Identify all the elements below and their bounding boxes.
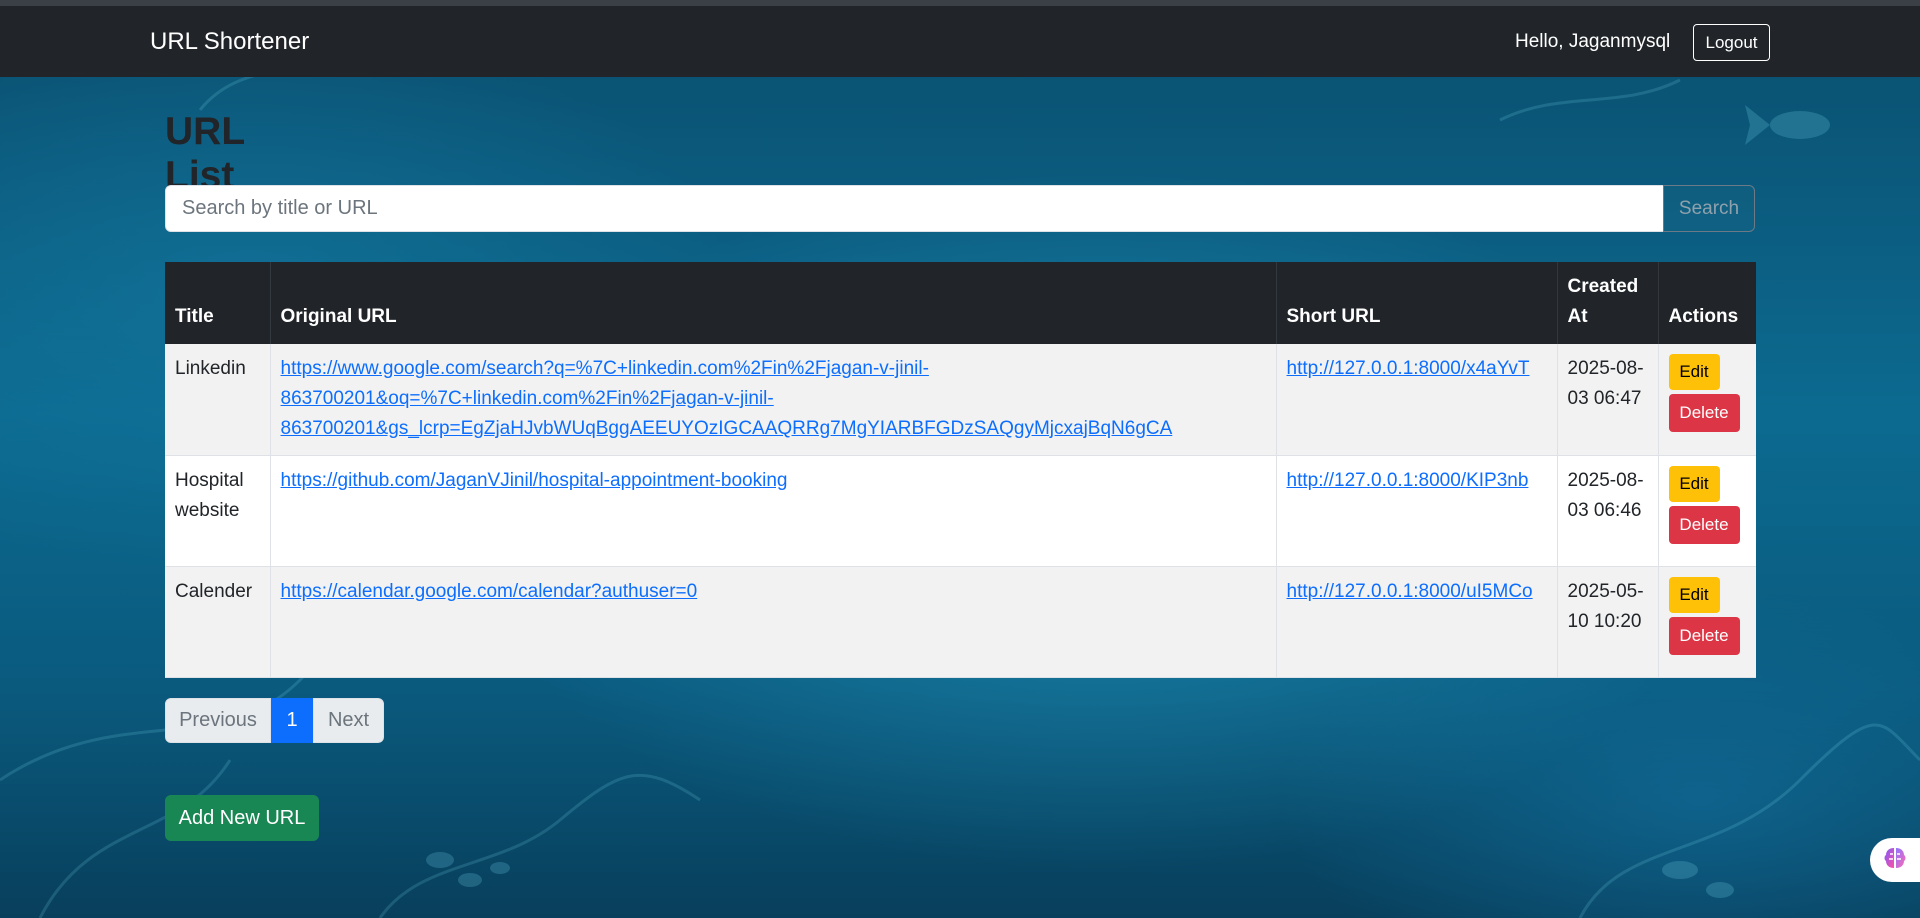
edit-button[interactable]: Edit bbox=[1668, 576, 1720, 613]
cell-created-at: 2025-05-10 10:20 bbox=[1557, 566, 1659, 678]
cell-short-url: http://127.0.0.1:8000/KIP3nb bbox=[1276, 455, 1558, 567]
cell-original-url: https://github.com/JaganVJinil/hospital-… bbox=[270, 455, 1277, 567]
navbar: URL Shortener Hello, Jaganmysql Logout bbox=[0, 6, 1920, 77]
brain-icon bbox=[1882, 845, 1908, 876]
next-page-button[interactable]: Next bbox=[313, 698, 384, 743]
table-row: Hospital website https://github.com/Jaga… bbox=[165, 455, 1756, 567]
short-url-link[interactable]: http://127.0.0.1:8000/KIP3nb bbox=[1287, 470, 1529, 491]
header-short-url: Short URL bbox=[1276, 262, 1558, 344]
short-url-link[interactable]: http://127.0.0.1:8000/uI5MCo bbox=[1287, 581, 1533, 602]
search-input[interactable]: Search by title or URL bbox=[165, 185, 1664, 232]
original-url-link[interactable]: https://calendar.google.com/calendar?aut… bbox=[281, 581, 698, 602]
original-url-link[interactable]: https://www.google.com/search?q=%7C+link… bbox=[281, 358, 1173, 439]
logout-button[interactable]: Logout bbox=[1693, 24, 1770, 61]
cell-actions: Edit Delete bbox=[1658, 344, 1756, 456]
search-form: Search by title or URL Search bbox=[165, 185, 1755, 232]
table-header-row: Title Original URL Short URL Created At … bbox=[165, 262, 1756, 344]
table-row: Linkedin https://www.google.com/search?q… bbox=[165, 344, 1756, 456]
edit-button[interactable]: Edit bbox=[1668, 465, 1720, 502]
cell-short-url: http://127.0.0.1:8000/uI5MCo bbox=[1276, 566, 1558, 678]
header-actions: Actions bbox=[1658, 262, 1756, 344]
cell-short-url: http://127.0.0.1:8000/x4aYvT bbox=[1276, 344, 1558, 456]
short-url-link[interactable]: http://127.0.0.1:8000/x4aYvT bbox=[1287, 358, 1530, 379]
delete-button[interactable]: Delete bbox=[1668, 394, 1740, 432]
header-created-at: Created At bbox=[1557, 262, 1659, 344]
user-greeting: Hello, Jaganmysql bbox=[1515, 31, 1671, 52]
search-button[interactable]: Search bbox=[1663, 185, 1755, 232]
header-title: Title bbox=[165, 262, 271, 344]
edit-button[interactable]: Edit bbox=[1668, 354, 1720, 390]
cell-actions: Edit Delete bbox=[1658, 566, 1756, 678]
pagination: Previous 1 Next bbox=[165, 698, 384, 743]
original-url-link[interactable]: https://github.com/JaganVJinil/hospital-… bbox=[281, 470, 788, 491]
cell-created-at: 2025-08-03 06:47 bbox=[1557, 344, 1659, 456]
cell-title: Calender bbox=[165, 566, 271, 678]
delete-button[interactable]: Delete bbox=[1668, 616, 1740, 655]
floating-assistant-button[interactable] bbox=[1870, 838, 1920, 882]
cell-original-url: https://www.google.com/search?q=%7C+link… bbox=[270, 344, 1277, 456]
table-row: Calender https://calendar.google.com/cal… bbox=[165, 566, 1756, 678]
cell-actions: Edit Delete bbox=[1658, 455, 1756, 567]
previous-page-button[interactable]: Previous bbox=[165, 698, 271, 743]
cell-original-url: https://calendar.google.com/calendar?aut… bbox=[270, 566, 1277, 678]
page-number-button[interactable]: 1 bbox=[271, 698, 313, 743]
brand-link[interactable]: URL Shortener bbox=[150, 28, 309, 56]
header-original-url: Original URL bbox=[270, 262, 1277, 344]
cell-created-at: 2025-08-03 06:46 bbox=[1557, 455, 1659, 567]
cell-title: Hospital website bbox=[165, 455, 271, 567]
cell-title: Linkedin bbox=[165, 344, 271, 456]
delete-button[interactable]: Delete bbox=[1668, 505, 1740, 544]
url-table: Title Original URL Short URL Created At … bbox=[165, 262, 1756, 678]
add-new-url-button[interactable]: Add New URL bbox=[165, 795, 319, 841]
